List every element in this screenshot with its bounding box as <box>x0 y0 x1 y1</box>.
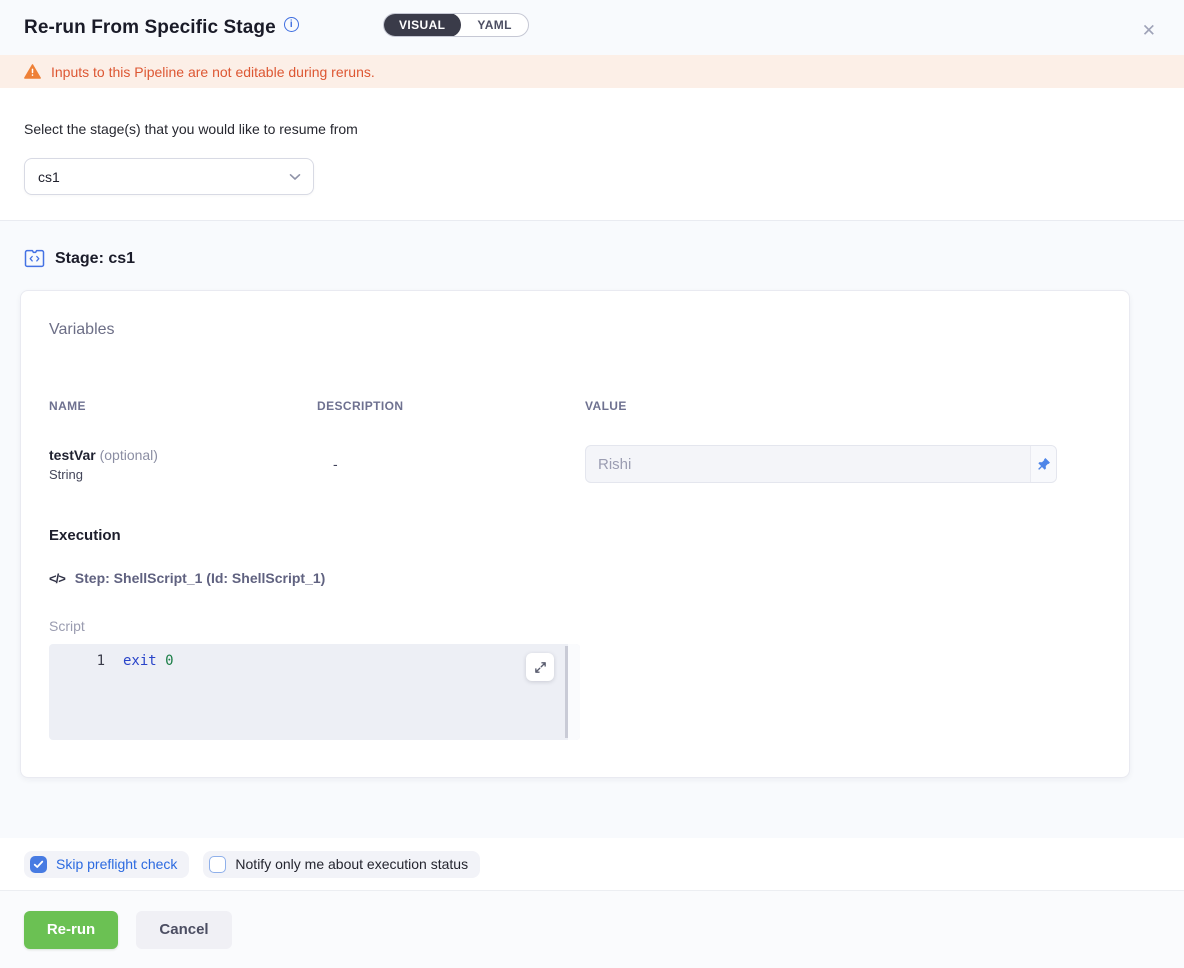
script-editor[interactable]: 1 exit 0 <box>49 644 580 740</box>
editor-scrollbar[interactable] <box>565 646 568 738</box>
variables-title: Variables <box>49 321 1101 339</box>
variable-type: String <box>49 467 317 482</box>
rerun-button[interactable]: Re-run <box>24 911 118 949</box>
step-label: Step: ShellScript_1 (Id: ShellScript_1) <box>75 570 326 586</box>
custom-stage-icon <box>24 249 45 268</box>
visual-yaml-toggle: VISUAL YAML <box>383 13 529 37</box>
code-text: exit 0 <box>105 653 174 669</box>
expand-icon[interactable] <box>526 653 554 681</box>
warning-text: Inputs to this Pipeline are not editable… <box>51 64 375 80</box>
skip-preflight-checkbox[interactable] <box>30 856 47 873</box>
stage-heading: Stage: cs1 <box>24 249 1160 268</box>
warning-icon <box>24 64 41 79</box>
column-header-description: DESCRIPTION <box>317 399 585 413</box>
editor-gutter <box>568 644 580 740</box>
rerun-stage-modal: Re-run From Specific Stage i VISUAL YAML… <box>0 0 1184 968</box>
script-label: Script <box>49 618 1101 634</box>
options-row: Skip preflight check Notify only me abou… <box>0 838 1184 890</box>
close-icon[interactable]: ✕ <box>1142 22 1156 39</box>
code-line: 1 exit 0 <box>49 644 580 669</box>
column-header-name: NAME <box>49 399 317 413</box>
column-header-value: VALUE <box>585 399 1057 413</box>
variable-value-field <box>585 445 1057 483</box>
page-title: Re-run From Specific Stage <box>24 17 276 39</box>
chevron-down-icon <box>289 173 301 181</box>
info-icon[interactable]: i <box>284 17 299 32</box>
line-number: 1 <box>49 653 105 669</box>
stage-select-section: Select the stage(s) that you would like … <box>0 88 1184 221</box>
stage-dropdown-value: cs1 <box>38 169 60 185</box>
code-argument: 0 <box>165 653 173 669</box>
notify-me-checkbox[interactable] <box>209 856 226 873</box>
cancel-button[interactable]: Cancel <box>136 911 232 949</box>
stage-card: Variables NAME DESCRIPTION VALUE testVar… <box>20 290 1130 778</box>
warning-banner: Inputs to this Pipeline are not editable… <box>0 55 1184 88</box>
execution-title: Execution <box>49 527 1101 544</box>
shell-script-icon: </> <box>49 571 65 586</box>
variable-description: - <box>317 456 585 472</box>
modal-footer: Re-run Cancel <box>0 890 1184 968</box>
tab-yaml[interactable]: YAML <box>461 18 528 32</box>
tab-visual[interactable]: VISUAL <box>383 13 461 37</box>
stage-select-label: Select the stage(s) that you would like … <box>24 121 1160 137</box>
variable-optional-tag: (optional) <box>100 447 158 463</box>
variable-name: testVar <box>49 447 96 463</box>
step-heading: </> Step: ShellScript_1 (Id: ShellScript… <box>49 570 1101 586</box>
variables-header-row: NAME DESCRIPTION VALUE <box>49 399 1101 413</box>
table-row: testVar (optional) String - <box>49 445 1101 483</box>
skip-preflight-label: Skip preflight check <box>56 856 177 872</box>
modal-header: Re-run From Specific Stage i VISUAL YAML… <box>0 0 1184 55</box>
code-command: exit <box>123 653 157 669</box>
stage-detail-section: Stage: cs1 Variables NAME DESCRIPTION VA… <box>0 221 1184 838</box>
skip-preflight-option[interactable]: Skip preflight check <box>24 851 189 878</box>
variable-name-cell: testVar (optional) String <box>49 447 317 482</box>
variable-value-input[interactable] <box>586 446 1030 482</box>
pin-icon[interactable] <box>1030 446 1056 482</box>
notify-me-option[interactable]: Notify only me about execution status <box>203 851 480 878</box>
stage-dropdown[interactable]: cs1 <box>24 158 314 195</box>
notify-me-label: Notify only me about execution status <box>235 856 468 872</box>
stage-heading-text: Stage: cs1 <box>55 250 135 268</box>
